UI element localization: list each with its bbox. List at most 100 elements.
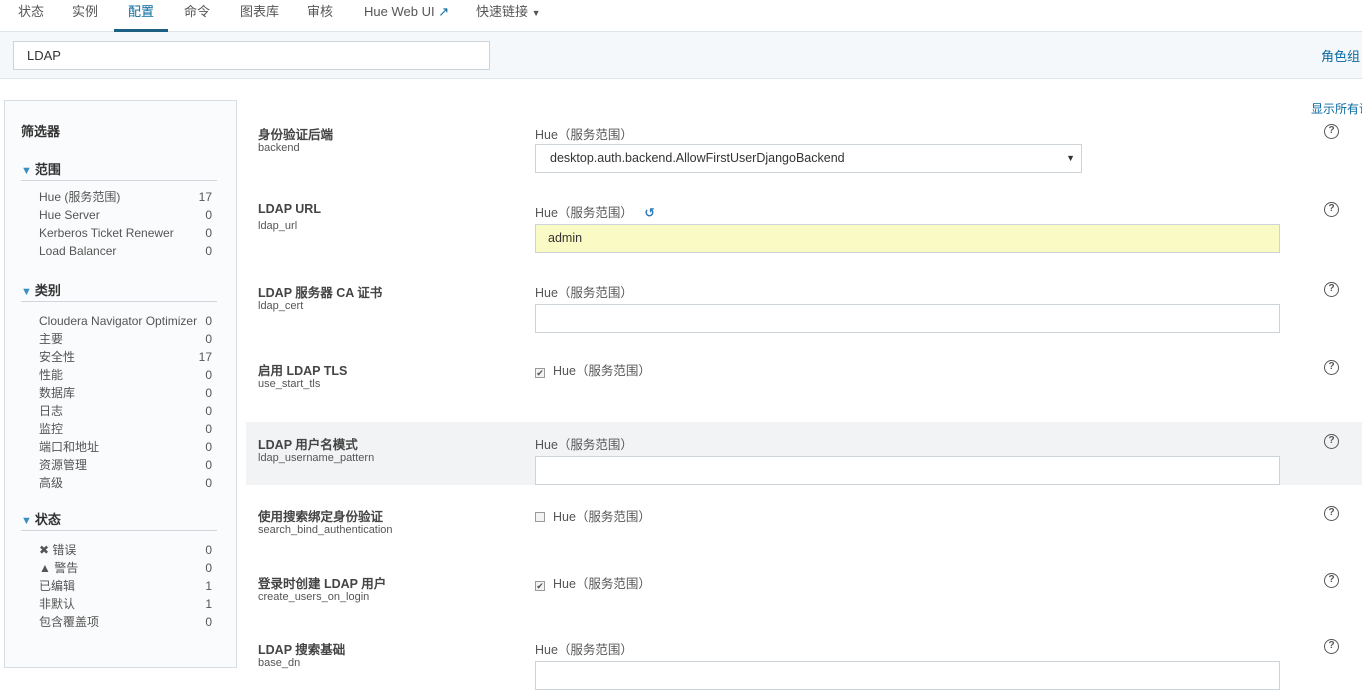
filter-item[interactable]: 已编辑 1: [21, 577, 217, 595]
filters-sidebar: 筛选器 ▼ 范围 Hue (服务范围) 17 Hue Server 0 Kerbero…: [4, 100, 237, 668]
setting-key: create_users_on_login: [258, 591, 370, 603]
checkbox[interactable]: ✔: [535, 581, 545, 591]
scope-label: Hue（服务范围）: [535, 438, 633, 452]
setting-row-backend: 身份验证后端 backend Hue（服务范围） desktop.auth.bac…: [246, 112, 1362, 190]
help-icon[interactable]: ?: [1324, 282, 1339, 297]
filter-item[interactable]: 主要 0: [21, 330, 217, 348]
setting-row-ldap-username-pattern: LDAP 用户名模式 ldap_username_pattern Hue（服务范…: [246, 422, 1362, 485]
search-input[interactable]: LDAP: [13, 41, 490, 70]
tab-commands[interactable]: 命令: [180, 4, 214, 32]
external-link-icon: ↗: [438, 4, 450, 19]
setting-key: ldap_url: [258, 220, 298, 232]
status-section: ▼ 状态 ✖︎ 错误 0 ▲ 警告 0 已编辑 1 非默认 1 包含覆盖项 0: [21, 511, 217, 631]
section-title: 类别: [34, 283, 61, 298]
help-icon[interactable]: ?: [1324, 506, 1339, 521]
error-icon: ✖︎: [39, 543, 50, 557]
filter-item[interactable]: Load Balancer 0: [21, 242, 217, 260]
category-header[interactable]: ▼ 类别: [21, 282, 217, 302]
tab-label: 快速链接: [476, 4, 529, 19]
setting-row-use-start-tls: 启用 LDAP TLS use_start_tls ✔ Hue（服务范围） ?: [246, 348, 1362, 422]
tab-configuration[interactable]: 配置: [114, 4, 169, 32]
setting-row-ldap-cert: LDAP 服务器 CA 证书 ldap_cert Hue（服务范围） ?: [246, 270, 1362, 348]
scope-label: Hue（服务范围）: [535, 643, 633, 657]
scope-label: Hue（服务范围） ↺: [535, 206, 655, 220]
setting-label: LDAP 搜索基础: [258, 643, 346, 657]
chevron-down-icon: ▼: [21, 165, 32, 177]
help-icon[interactable]: ?: [1324, 573, 1339, 588]
setting-row-search-bind-authentication: 使用搜索绑定身份验证 search_bind_authentication Hu…: [246, 494, 1362, 561]
scope-label: ✔ Hue（服务范围）: [535, 577, 651, 591]
setting-label: LDAP 服务器 CA 证书: [258, 286, 383, 300]
scope-header[interactable]: ▼ 范围: [21, 161, 217, 181]
setting-label: 使用搜索绑定身份验证: [258, 510, 384, 524]
tab-instances[interactable]: 实例: [68, 4, 102, 32]
ldap_url-input[interactable]: admin: [535, 224, 1280, 253]
section-title: 范围: [34, 162, 61, 177]
scope-label: Hue（服务范围）: [535, 286, 633, 300]
scope-label: Hue（服务范围）: [535, 128, 633, 142]
setting-key: backend: [258, 142, 300, 154]
setting-label: 身份验证后端: [258, 128, 334, 142]
caret-down-icon: ▼: [1066, 153, 1075, 163]
setting-label: LDAP URL: [258, 202, 321, 216]
filter-item[interactable]: 监控 0: [21, 420, 217, 438]
setting-label: LDAP 用户名模式: [258, 438, 358, 452]
revert-icon[interactable]: ↺: [644, 206, 654, 220]
chevron-down-icon: ▼: [21, 515, 32, 527]
ldap_cert-input[interactable]: [535, 304, 1280, 333]
checkbox[interactable]: [535, 512, 545, 522]
filter-item[interactable]: Cloudera Navigator Optimizer 0: [21, 312, 217, 330]
filter-item[interactable]: Hue (服务范围) 17: [21, 188, 217, 206]
filter-item[interactable]: 数据库 0: [21, 384, 217, 402]
setting-row-ldap-url: LDAP URL ldap_url Hue（服务范围） ↺ admin ?: [246, 190, 1362, 270]
caret-down-icon: ▼: [531, 8, 541, 18]
help-icon[interactable]: ?: [1324, 639, 1339, 654]
tab-label: Hue Web UI: [364, 4, 435, 19]
setting-key: ldap_username_pattern: [258, 452, 375, 464]
status-header[interactable]: ▼ 状态: [21, 511, 217, 531]
category-section: ▼ 类别 Cloudera Navigator Optimizer 0 主要 0 安全性 1…: [21, 282, 217, 492]
help-icon[interactable]: ?: [1324, 124, 1339, 139]
setting-key: ldap_cert: [258, 300, 304, 312]
ldap_username_pattern-input[interactable]: [535, 456, 1280, 485]
tab-charts[interactable]: 图表库: [236, 4, 283, 32]
backend-select[interactable]: desktop.auth.backend.AllowFirstUserDjang…: [535, 144, 1082, 173]
filter-bar: LDAP 角色组: [0, 32, 1362, 79]
base_dn-input[interactable]: [535, 661, 1280, 690]
checkbox[interactable]: ✔: [535, 368, 545, 378]
role-groups-link[interactable]: 角色组: [1321, 46, 1360, 65]
setting-row-create-users-on-login: 登录时创建 LDAP 用户 create_users_on_login ✔ Hue…: [246, 561, 1362, 627]
tab-quick-links[interactable]: 快速链接 ▼: [472, 4, 545, 32]
filter-item[interactable]: 资源管理 0: [21, 456, 217, 474]
filter-item[interactable]: 包含覆盖项 0: [21, 613, 217, 631]
setting-label: 登录时创建 LDAP 用户: [258, 577, 387, 591]
setting-label: 启用 LDAP TLS: [258, 364, 348, 378]
setting-key: use_start_tls: [258, 378, 321, 390]
scope-label: Hue（服务范围）: [535, 506, 651, 525]
filter-item-warning[interactable]: ▲ 警告 0: [21, 559, 217, 577]
setting-row-base-dn: LDAP 搜索基础 base_dn Hue（服务范围） ?: [246, 627, 1362, 698]
filter-item[interactable]: 非默认 1: [21, 595, 217, 613]
filters-title: 筛选器: [21, 124, 61, 139]
section-title: 状态: [34, 512, 61, 527]
tab-audit[interactable]: 审核: [303, 4, 337, 32]
filter-item-error[interactable]: ✖︎ 错误 0: [21, 541, 217, 559]
help-icon[interactable]: ?: [1324, 434, 1339, 449]
setting-key: search_bind_authentication: [258, 524, 393, 536]
tab-hue-web-ui[interactable]: Hue Web UI ↗: [360, 4, 453, 32]
filter-item[interactable]: 端口和地址 0: [21, 438, 217, 456]
filter-item[interactable]: 高级 0: [21, 474, 217, 492]
help-icon[interactable]: ?: [1324, 360, 1339, 375]
filter-item[interactable]: 性能 0: [21, 366, 217, 384]
chevron-down-icon: ▼: [21, 286, 32, 298]
scope-section: ▼ 范围 Hue (服务范围) 17 Hue Server 0 Kerberos Ti…: [21, 161, 217, 260]
setting-key: base_dn: [258, 657, 301, 669]
filter-item[interactable]: 安全性 17: [21, 348, 217, 366]
filter-item[interactable]: Hue Server 0: [21, 206, 217, 224]
tab-status[interactable]: 状态: [14, 4, 48, 32]
help-icon[interactable]: ?: [1324, 202, 1339, 217]
filter-item[interactable]: Kerberos Ticket Renewer 0: [21, 224, 217, 242]
filter-item[interactable]: 日志 0: [21, 402, 217, 420]
top-nav: 状态 实例 配置 命令 图表库 审核 Hue Web UI ↗ 快速链接 ▼: [0, 0, 1362, 32]
scope-label: ✔ Hue（服务范围）: [535, 364, 651, 378]
